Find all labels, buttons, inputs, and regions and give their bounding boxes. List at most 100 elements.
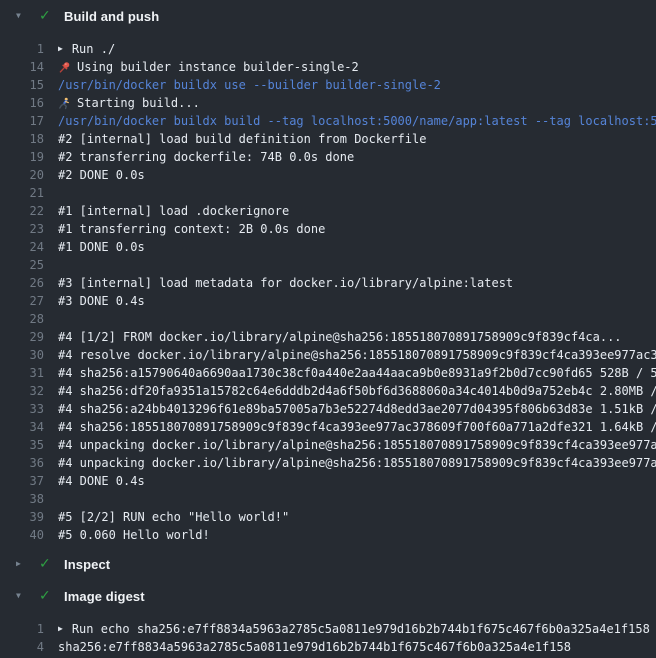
line-number[interactable]: 22 — [0, 202, 44, 220]
line-number[interactable]: 28 — [0, 310, 44, 328]
log-text: #1 [internal] load .dockerignore — [58, 202, 289, 220]
log-line-text: #4 sha256:185518070891758909c9f839cf4ca3… — [58, 418, 656, 436]
log-text: Using builder instance builder-single-2 — [58, 58, 359, 76]
log-line-text: #2 transferring dockerfile: 74B 0.0s don… — [58, 148, 354, 166]
log-line: 35#4 unpacking docker.io/library/alpine@… — [0, 436, 656, 454]
line-number[interactable]: 26 — [0, 274, 44, 292]
line-number[interactable]: 27 — [0, 292, 44, 310]
log-line: 17/usr/bin/docker buildx build --tag loc… — [0, 112, 656, 130]
workflow-log-viewer: ▼✓Build and push1▶Run ./14Using builder … — [0, 0, 656, 658]
log-line: 30 #4 resolve docker.io/library/alpine@sh… — [0, 346, 656, 364]
log-line: 28 — [0, 310, 656, 328]
line-number[interactable]: 24 — [0, 238, 44, 256]
log-text: #4 sha256:df20fa9351a15782c64e6dddb2d4a6… — [58, 382, 656, 400]
line-number[interactable]: 30 — [0, 346, 44, 364]
log-section-image-digest: ▼ ✓ Image digest 1 ▶ Run echo sha256:e7ff8834… — [0, 580, 656, 658]
log-line-text: #4 sha256:a15790640a6690aa1730c38cf0a440… — [58, 364, 656, 382]
log-line-text: /usr/bin/docker buildx use --builder bui… — [58, 76, 441, 94]
line-number[interactable]: 1 — [0, 620, 44, 638]
log-line-text: /usr/bin/docker buildx build --tag local… — [58, 112, 656, 130]
line-number[interactable]: 20 — [0, 166, 44, 184]
log-line-text: #4 resolve docker.io/library/alpine@sha2… — [58, 346, 656, 364]
log-text: #4 DONE 0.4s — [58, 472, 145, 490]
log-line: 26 #3 [internal] load metadata for docker… — [0, 274, 656, 292]
log-line: 21 — [0, 184, 656, 202]
log-line: 23 #1 transferring context: 2B 0.0s done — [0, 220, 656, 238]
section-header-build-and-push[interactable]: ▼✓Build and push — [0, 0, 656, 32]
line-number[interactable]: 18 — [0, 130, 44, 148]
log-text: #2 DONE 0.0s — [58, 166, 145, 184]
log-line: 1 ▶ Run echo sha256:e7ff8834a5963a2785c5a0… — [0, 620, 656, 638]
chevron-down-icon[interactable]: ▼ — [16, 592, 28, 600]
log-text: #1 transferring context: 2B 0.0s done — [58, 220, 325, 238]
log-line: 29 #4 [1/2] FROM docker.io/library/alpine… — [0, 328, 656, 346]
log-text: #4 unpacking docker.io/library/alpine@sh… — [58, 454, 656, 472]
log-section-inspect: ▶ ✓ Inspect — [0, 548, 656, 580]
log-line-text: #4 [1/2] FROM docker.io/library/alpine@s… — [58, 328, 622, 346]
line-number[interactable]: 17 — [0, 112, 44, 130]
log-line: 14 Using builder instance builder-single-… — [0, 58, 656, 76]
line-number[interactable]: 40 — [0, 526, 44, 544]
line-number[interactable]: 34 — [0, 418, 44, 436]
line-number[interactable]: 38 — [0, 490, 44, 508]
log-line: 18 #2 [internal] load build definition fr… — [0, 130, 656, 148]
log-line-text: #4 sha256:a24bb4013296f61e89ba57005a7b3e… — [58, 400, 656, 418]
log-text: ▶ Run ./ — [58, 40, 115, 58]
check-icon: ✓ — [39, 589, 53, 603]
line-number[interactable]: 31 — [0, 364, 44, 382]
log-line-text: #2 DONE 0.0s — [58, 166, 145, 184]
check-icon: ✓ — [39, 557, 53, 571]
log-line: 24 #1 DONE 0.0s — [0, 238, 656, 256]
log-text: #4 sha256:185518070891758909c9f839cf4ca3… — [58, 418, 656, 436]
log-line-text: #1 [internal] load .dockerignore — [58, 202, 289, 220]
line-number[interactable]: 21 — [0, 184, 44, 202]
line-number[interactable]: 39 — [0, 508, 44, 526]
line-number[interactable]: 35 — [0, 436, 44, 454]
runner-icon — [58, 97, 71, 110]
chevron-right-icon[interactable]: ▶ — [16, 560, 28, 568]
log-line: 15/usr/bin/docker buildx use --builder b… — [0, 76, 656, 94]
line-number[interactable]: 25 — [0, 256, 44, 274]
log-line: 22 #1 [internal] load .dockerignore — [0, 202, 656, 220]
log-line-text: #4 DONE 0.4s — [58, 472, 145, 490]
line-number[interactable]: 1 — [0, 40, 44, 58]
log-line-text: #1 DONE 0.0s — [58, 238, 145, 256]
line-number[interactable]: 16 — [0, 94, 44, 112]
log-text: #5 [2/2] RUN echo "Hello world!" — [58, 508, 289, 526]
chevron-down-icon[interactable]: ▼ — [16, 12, 28, 20]
log-line: 1 ▶ Run ./ — [0, 40, 656, 58]
line-number[interactable]: 37 — [0, 472, 44, 490]
section-header-inspect[interactable]: ▶ ✓ Inspect — [0, 548, 656, 580]
log-line-text: Run ./ — [72, 40, 115, 58]
log-line-text: Run echo sha256:e7ff8834a5963a2785c5a081… — [72, 620, 650, 638]
section-lines: 1 ▶ Run ./ 14 Using builder instance builder… — [0, 32, 656, 548]
line-number[interactable]: 32 — [0, 382, 44, 400]
line-number[interactable]: 33 — [0, 400, 44, 418]
log-line: 20 #2 DONE 0.0s — [0, 166, 656, 184]
log-line-text: #3 [internal] load metadata for docker.i… — [58, 274, 513, 292]
expand-run-icon[interactable]: ▶ — [58, 45, 63, 53]
line-number[interactable]: 23 — [0, 220, 44, 238]
log-text: #4 [1/2] FROM docker.io/library/alpine@s… — [58, 328, 622, 346]
log-text: #2 [internal] load build definition from… — [58, 130, 426, 148]
line-number[interactable]: 15 — [0, 76, 44, 94]
section-title: Build and push — [64, 9, 159, 24]
log-line: 40#5 0.060 Hello world! — [0, 526, 656, 544]
log-text: #3 DONE 0.4s — [58, 292, 145, 310]
log-text: #1 DONE 0.0s — [58, 238, 145, 256]
section-title: Inspect — [64, 557, 110, 572]
line-number[interactable]: 19 — [0, 148, 44, 166]
log-line-text: #4 sha256:df20fa9351a15782c64e6dddb2d4a6… — [58, 382, 656, 400]
log-line: 19 #2 transferring dockerfile: 74B 0.0s d… — [0, 148, 656, 166]
log-line-text: #5 [2/2] RUN echo "Hello world!" — [58, 508, 289, 526]
line-number[interactable]: 36 — [0, 454, 44, 472]
section-title: Image digest — [64, 589, 145, 604]
line-number[interactable]: 4 — [0, 638, 44, 656]
log-line: 37 #4 DONE 0.4s — [0, 472, 656, 490]
expand-run-icon[interactable]: ▶ — [58, 625, 63, 633]
line-number[interactable]: 14 — [0, 58, 44, 76]
section-header-image-digest[interactable]: ▼ ✓ Image digest — [0, 580, 656, 612]
log-text: ▶ Run echo sha256:e7ff8834a5963a2785c5a08… — [58, 620, 650, 638]
line-number[interactable]: 29 — [0, 328, 44, 346]
log-text: #3 [internal] load metadata for docker.i… — [58, 274, 513, 292]
